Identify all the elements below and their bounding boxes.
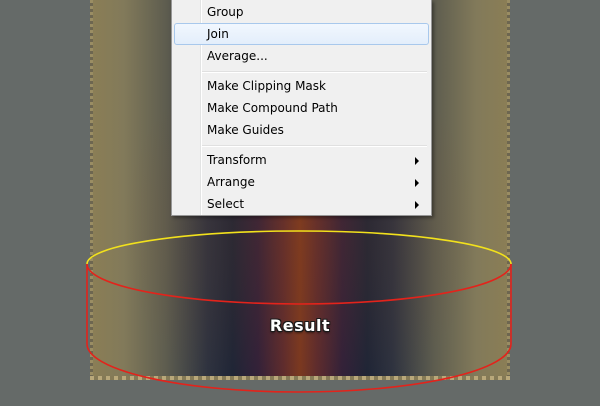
menu-item-transform[interactable]: Transform [174, 149, 429, 171]
menu-item-label: Make Clipping Mask [207, 79, 326, 93]
menu-item-label: Join [207, 27, 229, 41]
menu-separator [202, 145, 427, 147]
menu-item-label: Select [207, 197, 245, 211]
menu-item-label: Transform [207, 153, 267, 167]
top-ellipse-upper-arc[interactable] [86, 230, 512, 265]
menu-item-average[interactable]: Average... [174, 45, 429, 67]
menu-item-label: Average... [207, 49, 268, 63]
menu-item-label: Arrange [207, 175, 255, 189]
context-menu: Group Join Average... Make Clipping Mask… [171, 0, 432, 216]
menu-item-make-compound-path[interactable]: Make Compound Path [174, 97, 429, 119]
menu-item-make-guides[interactable]: Make Guides [174, 119, 429, 141]
menu-item-label: Group [207, 5, 244, 19]
result-label: Result [269, 316, 331, 335]
menu-separator [202, 71, 427, 73]
submenu-arrow-icon [415, 157, 419, 165]
submenu-arrow-icon [415, 201, 419, 209]
menu-item-group[interactable]: Group [174, 1, 429, 23]
menu-item-label: Make Compound Path [207, 101, 338, 115]
top-ellipse-lower-arc[interactable] [86, 263, 512, 305]
menu-item-make-clipping-mask[interactable]: Make Clipping Mask [174, 75, 429, 97]
menu-item-label: Make Guides [207, 123, 284, 137]
menu-item-arrange[interactable]: Arrange [174, 171, 429, 193]
menu-item-join[interactable]: Join [174, 23, 429, 45]
submenu-arrow-icon [415, 179, 419, 187]
menu-item-select[interactable]: Select [174, 193, 429, 215]
